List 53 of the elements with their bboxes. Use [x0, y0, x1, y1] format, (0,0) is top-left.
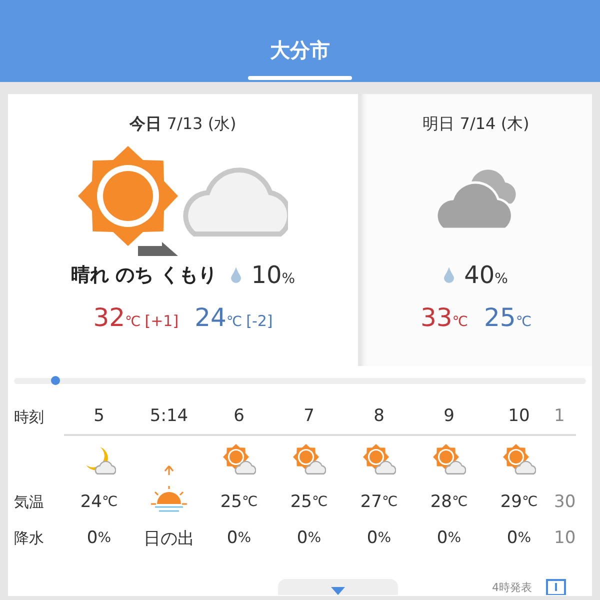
hour-cell: 5	[64, 398, 134, 436]
row-label: 降水	[14, 528, 45, 548]
sun-then-cloud-icon	[78, 146, 288, 258]
hour-cell: 1	[554, 398, 576, 436]
rain-chance: 40%	[464, 261, 508, 289]
temp-cell-text: 27℃	[359, 491, 399, 514]
rain-chance: 10%	[251, 261, 296, 289]
rain-cell-text: 0%	[436, 527, 462, 550]
high-temp: 32℃	[93, 303, 141, 332]
temp-cell-text: 30	[554, 491, 576, 514]
day-card[interactable]: 明日 7/14 (木) 40% 33℃ 25℃	[360, 94, 592, 366]
caret-icon	[331, 587, 345, 595]
high-temp: 33℃	[420, 303, 468, 332]
scroll-track[interactable]	[14, 378, 586, 384]
info-icon[interactable]	[546, 579, 566, 595]
raindrop-icon	[231, 267, 242, 283]
temp-cell-text: 29℃	[499, 491, 539, 514]
day-card[interactable]: 今日 7/13 (水) 晴れ のち くもり 10% 32℃ [+1] 24℃ [-2]	[8, 94, 358, 366]
hour-cell: 5:14	[134, 398, 204, 436]
sun-cloud-icon	[432, 443, 466, 477]
sunrise-label: 日の出	[142, 528, 196, 550]
sun-cloud-icon	[362, 443, 396, 477]
hour-cell: 8	[344, 398, 414, 436]
low-temp: 24℃	[194, 303, 242, 332]
row-label: 時刻	[14, 406, 45, 428]
rain-cell-text: 0%	[506, 527, 532, 550]
sun-cloud-icon	[502, 443, 536, 477]
rain-cell-text: 0%	[226, 527, 252, 550]
hour-cell: 6	[204, 398, 274, 436]
rain-cell-text: 0%	[86, 527, 112, 550]
rain-cell-text: 0%	[366, 527, 392, 550]
hour-cell: 10	[484, 398, 554, 436]
temp-cell-text: 24℃	[79, 491, 119, 514]
sun-cloud-icon	[292, 443, 326, 477]
raindrop-icon	[444, 267, 454, 283]
issued-time: 4時発表	[492, 580, 532, 594]
expand-button[interactable]	[278, 579, 398, 595]
rain-cell-text: 0%	[296, 527, 322, 550]
day-date: 今日 7/13 (水)	[130, 114, 236, 135]
temp-cell-text: 25℃	[289, 491, 329, 514]
scroll-thumb[interactable]	[51, 376, 60, 385]
low-temp: 25℃	[484, 303, 532, 332]
hour-cell: 7	[274, 398, 344, 436]
sun-cloud-icon	[222, 443, 256, 477]
temp-cell-text: 25℃	[219, 491, 259, 514]
high-temp-diff: [+1]	[144, 312, 179, 330]
rain-cell-text: 10	[554, 527, 576, 550]
row-label: 気温	[14, 492, 45, 512]
temp-cell-text: 28℃	[429, 491, 469, 514]
low-temp-diff: [-2]	[246, 312, 273, 330]
day-date: 明日 7/14 (木)	[422, 114, 530, 135]
weather-text: 晴れ のち くもり	[70, 263, 218, 288]
hour-cell: 9	[414, 398, 484, 436]
